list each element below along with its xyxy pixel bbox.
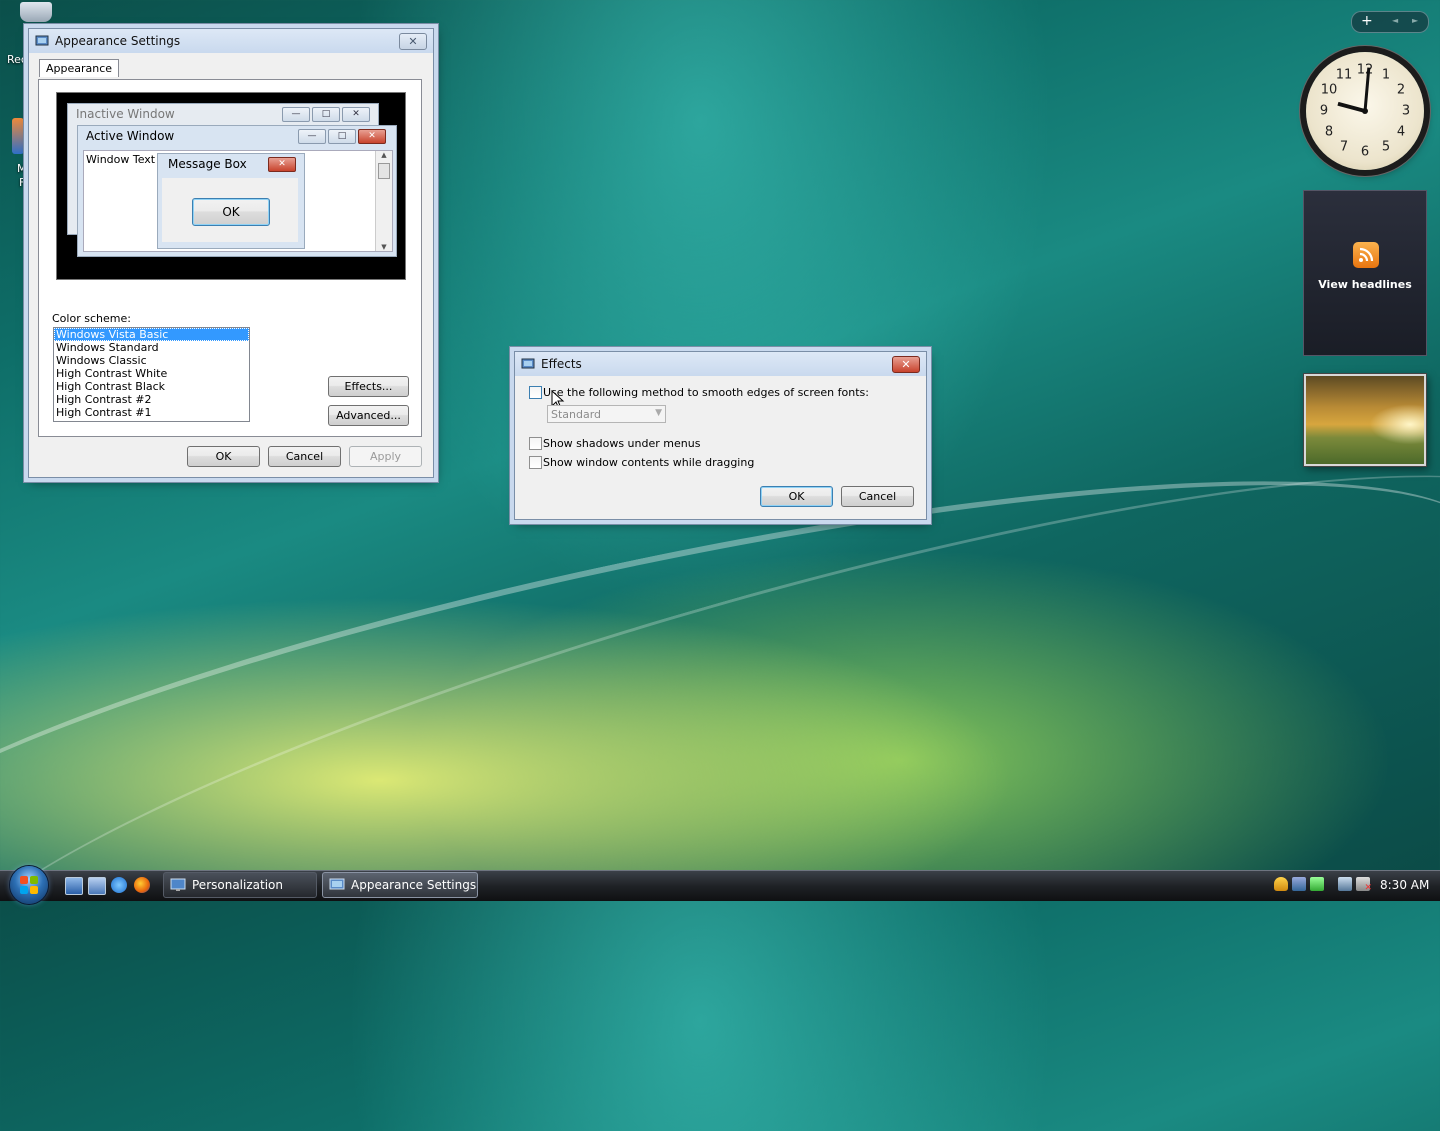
maximize-icon: □ bbox=[328, 129, 356, 144]
previous-arrow-icon[interactable]: ◄ bbox=[1392, 16, 1398, 25]
list-item[interactable]: Windows Vista Basic bbox=[54, 328, 249, 341]
taskbar-item-label: Personalization bbox=[192, 878, 283, 892]
close-icon: ✕ bbox=[268, 157, 296, 172]
desktop-app-label: M bbox=[17, 162, 27, 175]
taskbar-item-personalization[interactable]: Personalization bbox=[163, 872, 317, 898]
updates-icon[interactable] bbox=[1310, 877, 1324, 891]
smoothing-method-value: Standard bbox=[551, 408, 602, 421]
view-headlines-label[interactable]: View headlines bbox=[1304, 278, 1426, 291]
smooth-fonts-label: Use the following method to smooth edges… bbox=[543, 386, 869, 399]
desktop-app-label: F bbox=[19, 176, 26, 189]
tab-appearance[interactable]: Appearance bbox=[39, 59, 120, 77]
preview-window-text: Window Text bbox=[86, 153, 156, 166]
close-button[interactable]: ✕ bbox=[892, 355, 920, 373]
personalization-icon bbox=[170, 878, 186, 891]
recycle-bin-icon[interactable] bbox=[20, 2, 52, 22]
feed-headlines-gadget[interactable]: View headlines bbox=[1303, 190, 1427, 356]
effects-title: Effects bbox=[541, 357, 582, 371]
clock-number: 10 bbox=[1320, 82, 1338, 98]
next-arrow-icon[interactable]: ► bbox=[1412, 16, 1418, 25]
close-icon: ✕ bbox=[408, 34, 418, 48]
minimize-icon: — bbox=[282, 107, 310, 122]
recycle-bin-label: Rec bbox=[7, 53, 27, 66]
close-icon: ✕ bbox=[342, 107, 370, 122]
clock-number: 7 bbox=[1339, 139, 1349, 155]
ok-button[interactable]: OK bbox=[760, 486, 833, 507]
list-item[interactable]: High Contrast #2 bbox=[54, 393, 249, 406]
list-item[interactable]: High Contrast Black bbox=[54, 380, 249, 393]
windows-defender-icon[interactable] bbox=[1292, 877, 1306, 891]
add-gadget-button[interactable]: + bbox=[1361, 13, 1373, 29]
clock-number: 8 bbox=[1324, 124, 1334, 140]
menu-shadows-label: Show shadows under menus bbox=[543, 437, 701, 450]
taskbar-item-label: Appearance Settings bbox=[351, 878, 477, 892]
appearance-settings-icon bbox=[329, 878, 345, 890]
cancel-button[interactable]: Cancel bbox=[268, 446, 341, 467]
cancel-button[interactable]: Cancel bbox=[841, 486, 914, 507]
close-button[interactable]: ✕ bbox=[399, 32, 427, 50]
drag-contents-checkbox[interactable] bbox=[529, 456, 542, 469]
list-item[interactable]: Windows Classic bbox=[54, 354, 249, 367]
clock-center bbox=[1362, 108, 1368, 114]
effects-app-icon bbox=[521, 358, 535, 369]
start-button[interactable] bbox=[10, 866, 48, 904]
clock-number: 5 bbox=[1381, 139, 1391, 155]
windows-logo-icon bbox=[20, 876, 38, 894]
preview-ok-button: OK bbox=[192, 198, 270, 226]
internet-explorer-icon[interactable] bbox=[111, 877, 127, 893]
effects-titlebar[interactable]: Effects ✕ bbox=[515, 352, 926, 376]
appearance-title: Appearance Settings bbox=[55, 34, 181, 48]
advanced-button[interactable]: Advanced... bbox=[328, 405, 409, 426]
appearance-tab-panel: Inactive Window — □ ✕ Active Window — □ … bbox=[38, 79, 422, 437]
appearance-settings-window: Appearance Settings ✕ Appearance Inactiv… bbox=[28, 28, 434, 478]
clock-number: 4 bbox=[1396, 124, 1406, 140]
clock-number: 1 bbox=[1381, 67, 1391, 83]
switch-windows-icon[interactable] bbox=[88, 877, 106, 895]
volume-muted-icon[interactable]: ✕ bbox=[1356, 877, 1372, 893]
effects-dialog: Effects ✕ Use the following method to sm… bbox=[514, 351, 927, 520]
close-icon: ✕ bbox=[358, 129, 386, 144]
smooth-fonts-checkbox[interactable] bbox=[529, 386, 542, 399]
appearance-titlebar[interactable]: Appearance Settings ✕ bbox=[29, 29, 433, 53]
appearance-app-icon bbox=[35, 35, 49, 46]
taskbar-item-appearance-settings[interactable]: Appearance Settings bbox=[322, 872, 478, 898]
desktop-app-icon[interactable] bbox=[12, 118, 24, 154]
show-desktop-icon[interactable] bbox=[65, 877, 83, 895]
clock-number: 6 bbox=[1360, 144, 1370, 160]
clock-number: 11 bbox=[1335, 67, 1353, 83]
list-item[interactable]: Windows Standard bbox=[54, 341, 249, 354]
preview-message-box: Message Box ✕ OK bbox=[157, 153, 305, 249]
network-icon[interactable] bbox=[1338, 877, 1352, 891]
apply-button[interactable]: Apply bbox=[349, 446, 422, 467]
scheme-preview: Inactive Window — □ ✕ Active Window — □ … bbox=[56, 92, 406, 280]
maximize-icon: □ bbox=[312, 107, 340, 122]
sidebar-controls: + ◄ ► bbox=[1351, 11, 1429, 33]
security-shield-icon[interactable] bbox=[1274, 877, 1288, 891]
slideshow-gadget[interactable] bbox=[1304, 374, 1426, 466]
ok-button[interactable]: OK bbox=[187, 446, 260, 467]
taskbar-clock[interactable]: 8:30 AM bbox=[1380, 878, 1429, 892]
firefox-icon[interactable] bbox=[134, 877, 150, 893]
color-scheme-label: Color scheme: bbox=[52, 312, 131, 325]
clock-number: 12 bbox=[1356, 62, 1374, 78]
list-item[interactable]: High Contrast White bbox=[54, 367, 249, 380]
clock-number: 2 bbox=[1396, 82, 1406, 98]
clock-gadget[interactable]: 12 1 2 3 4 5 6 7 8 9 10 11 bbox=[1306, 52, 1424, 170]
clock-number: 9 bbox=[1319, 103, 1329, 119]
drag-contents-label: Show window contents while dragging bbox=[543, 456, 755, 469]
chevron-down-icon: ▼ bbox=[655, 408, 662, 418]
preview-scrollbar: ▲ ▼ bbox=[375, 151, 392, 251]
smoothing-method-select[interactable]: Standard ▼ bbox=[547, 405, 666, 423]
list-item[interactable]: High Contrast #1 bbox=[54, 406, 249, 419]
close-icon: ✕ bbox=[901, 357, 911, 371]
clock-number: 3 bbox=[1401, 103, 1411, 119]
minimize-icon: — bbox=[298, 129, 326, 144]
menu-shadows-checkbox[interactable] bbox=[529, 437, 542, 450]
color-scheme-list[interactable]: Windows Vista Basic Windows Standard Win… bbox=[53, 327, 250, 422]
effects-button[interactable]: Effects... bbox=[328, 376, 409, 397]
rss-feed-icon bbox=[1353, 242, 1379, 268]
